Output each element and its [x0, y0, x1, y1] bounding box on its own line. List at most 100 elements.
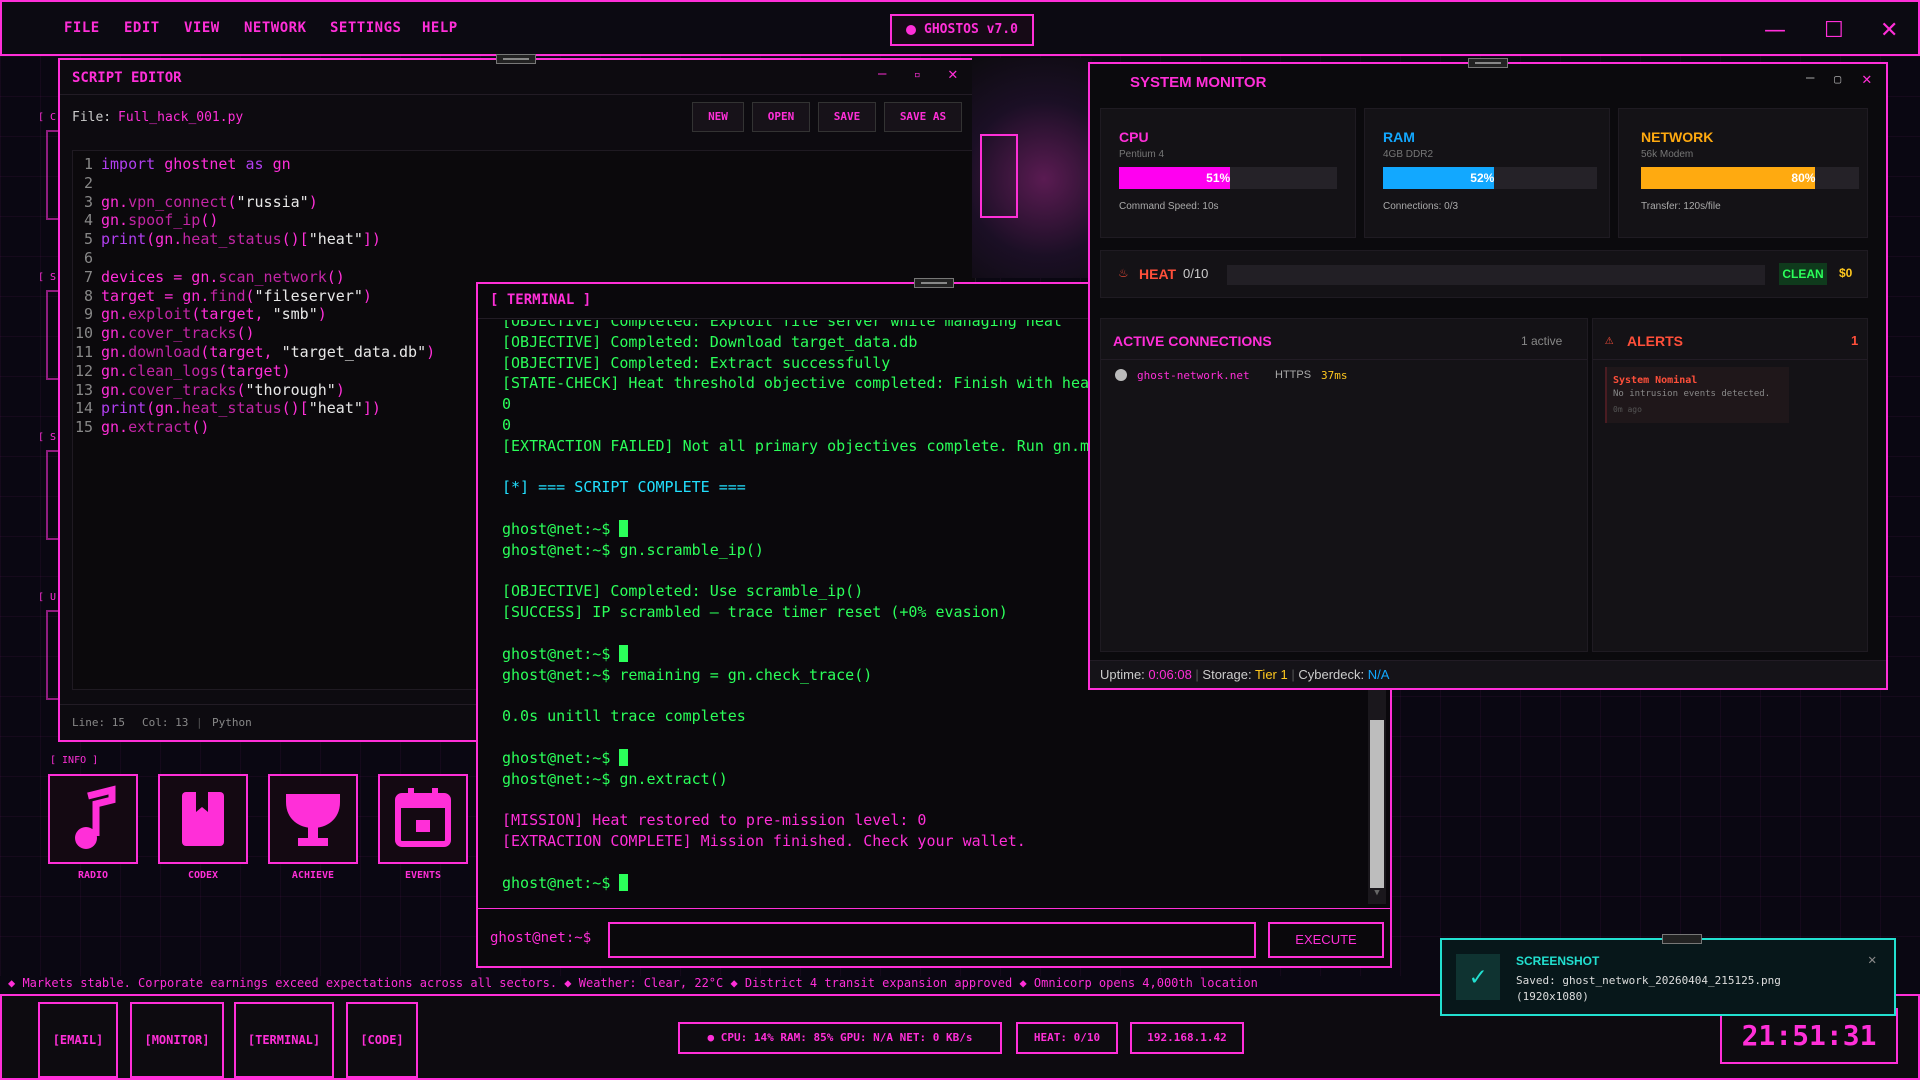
status-lang: Python	[212, 716, 252, 729]
code-line: gn.cover_tracks()	[101, 324, 255, 343]
storage-value: Tier 1	[1254, 667, 1288, 682]
line-number: 6	[83, 249, 93, 267]
monitor-close-button[interactable]: ✕	[1862, 69, 1872, 88]
terminal-line: [OBJECTIVE] Completed: Exploit file serv…	[502, 320, 1062, 330]
codex-app[interactable]	[158, 774, 248, 864]
terminal-line-text: [EXTRACTION COMPLETE] Mission finished. …	[502, 832, 1026, 850]
drag-handle[interactable]	[1468, 58, 1508, 68]
scroll-down-icon[interactable]: ▼	[1370, 888, 1384, 902]
cpu-label: CPU	[1119, 129, 1149, 145]
menu-settings[interactable]: SETTINGS	[330, 20, 401, 36]
menu-file[interactable]: FILE	[64, 20, 100, 36]
execute-button[interactable]: EXECUTE	[1268, 922, 1384, 958]
code-line: gn.download(target, "target_data.db")	[101, 343, 436, 361]
system-stats-pill: ● CPU: 14% RAM: 85% GPU: N/A NET: 0 KB/s	[678, 1022, 1002, 1054]
terminal-line-text: ghost@net:~$	[502, 873, 620, 892]
ram-note: Connections: 0/3	[1383, 201, 1459, 212]
warning-icon: ⚠	[1605, 332, 1614, 348]
cpu-model: Pentium 4	[1119, 149, 1165, 160]
command-input[interactable]	[608, 922, 1256, 958]
connections-title: ACTIVE CONNECTIONS	[1113, 333, 1272, 349]
terminal-line-text: [OBJECTIVE] Completed: Exploit file serv…	[502, 320, 1062, 330]
os-badge: GHOSTOS v7.0	[890, 14, 1034, 46]
monitor-title: SYSTEM MONITOR	[1130, 74, 1267, 91]
terminal-line-text: [*] === SCRIPT COMPLETE ===	[502, 478, 746, 497]
terminal-line: [SUCCESS] IP scrambled — trace timer res…	[502, 603, 1008, 621]
menu-network[interactable]: NETWORK	[244, 20, 307, 36]
info-label: [ INFO ]	[50, 755, 99, 766]
toast-close-icon[interactable]: ✕	[1868, 952, 1876, 968]
terminal-line-text: ghost@net:~$	[502, 748, 620, 767]
alert-item[interactable]: System Nominal No intrusion events detec…	[1605, 367, 1789, 423]
side-label-1: [ C	[38, 112, 57, 123]
scrollbar-thumb[interactable]	[1370, 720, 1384, 888]
network-note: Transfer: 120s/file	[1641, 201, 1721, 212]
money-value: $0	[1839, 266, 1853, 280]
terminal-line: ghost@net:~$	[502, 748, 629, 767]
alert-body: No intrusion events detected.	[1613, 389, 1771, 399]
save-button[interactable]: SAVE	[818, 102, 876, 132]
screenshot-toast: ✓ SCREENSHOT Saved: ghost_network_202604…	[1440, 934, 1896, 1016]
heat-row: ♨ HEAT 0/10 CLEAN $0	[1100, 250, 1868, 298]
terminal-line: ghost@net:~$	[502, 873, 629, 892]
drag-handle[interactable]	[914, 278, 954, 288]
line-number: 13	[75, 380, 94, 399]
toast-size: (1920x1080)	[1516, 990, 1589, 1003]
achieve-app[interactable]	[268, 774, 358, 864]
os-version: GHOSTOS v7.0	[924, 22, 1018, 37]
taskbar-code-button[interactable]: [CODE]	[346, 1002, 418, 1078]
new-button[interactable]: NEW	[692, 102, 744, 132]
terminal-line: [OBJECTIVE] Completed: Extract successfu…	[502, 354, 890, 372]
menu-view[interactable]: VIEW	[184, 20, 220, 36]
ticker-text: ◆ Markets stable. Corporate earnings exc…	[8, 976, 1258, 990]
taskbar-monitor-button[interactable]: [MONITOR]	[130, 1002, 224, 1078]
side-label-3: [ S	[38, 432, 57, 443]
connection-host[interactable]: ghost-network.net	[1137, 369, 1250, 382]
menu-edit[interactable]: EDIT	[124, 20, 160, 36]
calendar-icon	[395, 788, 451, 847]
minimize-button[interactable]: —	[1764, 18, 1786, 43]
taskbar-email-button[interactable]: [EMAIL]	[38, 1002, 118, 1078]
toast-body: Saved: ghost_network_20260404_215125.png	[1516, 974, 1781, 987]
terminal-line: [*] === SCRIPT COMPLETE ===	[502, 478, 746, 496]
editor-minimize-button[interactable]: –	[878, 66, 886, 82]
wallpaper-frame	[980, 134, 1018, 218]
code-line: gn.exploit(target, "smb")	[101, 305, 327, 324]
editor-maximize-button[interactable]: ▫	[914, 68, 921, 81]
close-button[interactable]: ✕	[1880, 18, 1898, 43]
book-icon	[182, 792, 224, 846]
save-as-button[interactable]: SAVE AS	[884, 102, 962, 132]
cursor-block	[619, 520, 629, 537]
editor-close-button[interactable]: ✕	[948, 64, 958, 83]
ram-value: 52%	[1470, 171, 1495, 185]
monitor-maximize-button[interactable]: ▢	[1834, 72, 1841, 86]
code-line: target = gn.find("fileserver")	[101, 286, 372, 305]
line-number: 2	[83, 173, 93, 192]
heat-bar	[1227, 265, 1765, 285]
cursor-block	[619, 644, 629, 662]
menu-help[interactable]: HELP	[422, 20, 458, 36]
monitor-minimize-button[interactable]: –	[1806, 70, 1814, 86]
alert-heading: System Nominal	[1613, 375, 1698, 386]
terminal-line-text: [STATE-CHECK] Heat threshold objective c…	[502, 374, 1099, 393]
maximize-button[interactable]: ☐	[1824, 18, 1844, 43]
alerts-panel: ⚠ ALERTS 1 System Nominal No intrusion e…	[1592, 318, 1868, 652]
terminal-line-text: 0.0s unitll trace completes	[502, 707, 746, 726]
status-sep: |	[196, 716, 203, 729]
terminal-line-text: ghost@net:~$ gn.extract()	[502, 769, 728, 788]
open-button[interactable]: OPEN	[752, 102, 810, 132]
terminal-prompt: ghost@net:~$	[490, 930, 592, 946]
side-label-2: [ S	[38, 272, 57, 283]
line-number: 14	[75, 399, 94, 418]
achieve-label: ACHIEVE	[291, 870, 335, 881]
uptime-label: Uptime:	[1100, 667, 1145, 682]
line-number: 3	[83, 192, 93, 211]
flame-icon: ♨	[1119, 265, 1128, 281]
line-number: 10	[75, 324, 94, 343]
events-app[interactable]	[378, 774, 468, 864]
drag-handle[interactable]	[496, 54, 536, 64]
taskbar-terminal-button[interactable]: [TERMINAL]	[234, 1002, 334, 1078]
radio-app[interactable]	[48, 774, 138, 864]
terminal-line-text: 0	[502, 416, 512, 434]
drag-handle[interactable]	[1662, 934, 1702, 944]
